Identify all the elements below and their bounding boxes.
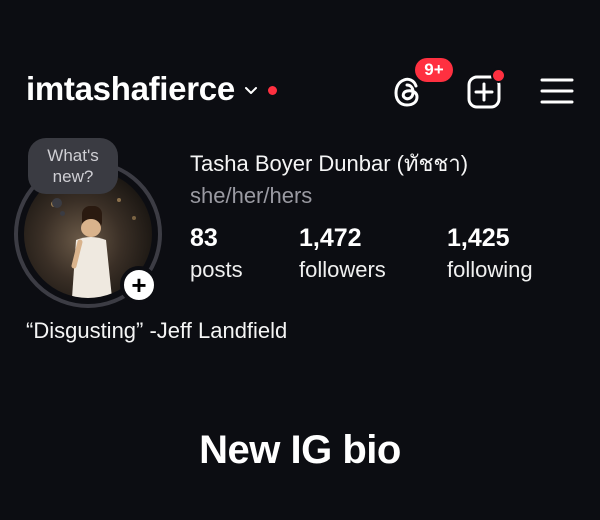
stat-posts[interactable]: 83 posts bbox=[190, 224, 243, 283]
hamburger-menu-icon[interactable] bbox=[540, 76, 574, 106]
bio: “Disgusting” -Jeff Landfield bbox=[26, 318, 288, 343]
note-bubble-tail bbox=[52, 198, 62, 208]
threads-badge: 9+ bbox=[415, 58, 453, 82]
profile-name-block: Tasha Boyer Dunbar (ทัชชา) she/her/hers bbox=[190, 148, 580, 212]
username: imtashafierce bbox=[26, 70, 235, 107]
stat-value: 1,472 bbox=[299, 224, 362, 252]
account-switcher[interactable]: imtashafierce bbox=[26, 70, 277, 108]
add-story-button[interactable]: + bbox=[120, 266, 158, 304]
profile-header: imtashafierce 9+ bbox=[0, 58, 600, 120]
pronouns: she/her/hers bbox=[190, 183, 313, 208]
stat-label: following bbox=[447, 257, 533, 282]
note-prompt-line2: new? bbox=[52, 167, 94, 186]
note-bubble-tail-small bbox=[60, 211, 65, 216]
notification-dot bbox=[267, 85, 277, 95]
stat-label: posts bbox=[190, 257, 243, 282]
stat-followers[interactable]: 1,472 followers bbox=[299, 224, 386, 283]
create-notification-dot bbox=[491, 68, 506, 83]
stat-following[interactable]: 1,425 following bbox=[447, 224, 533, 283]
note-prompt-line1: What's bbox=[47, 146, 99, 165]
stat-value: 1,425 bbox=[447, 224, 510, 252]
stat-value: 83 bbox=[190, 224, 218, 252]
note-bubble[interactable]: What's new? bbox=[28, 138, 118, 194]
chevron-down-icon bbox=[244, 87, 257, 94]
profile-stats: 83 posts 1,472 followers 1,425 following bbox=[190, 224, 590, 294]
caption: New IG bio bbox=[199, 428, 401, 472]
stat-label: followers bbox=[299, 257, 386, 282]
display-name: Tasha Boyer Dunbar (ทัชชา) bbox=[190, 151, 469, 176]
